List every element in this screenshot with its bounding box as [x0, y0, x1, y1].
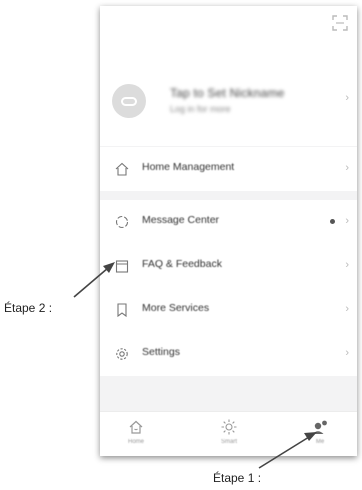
step-1-arrow: [258, 432, 317, 469]
